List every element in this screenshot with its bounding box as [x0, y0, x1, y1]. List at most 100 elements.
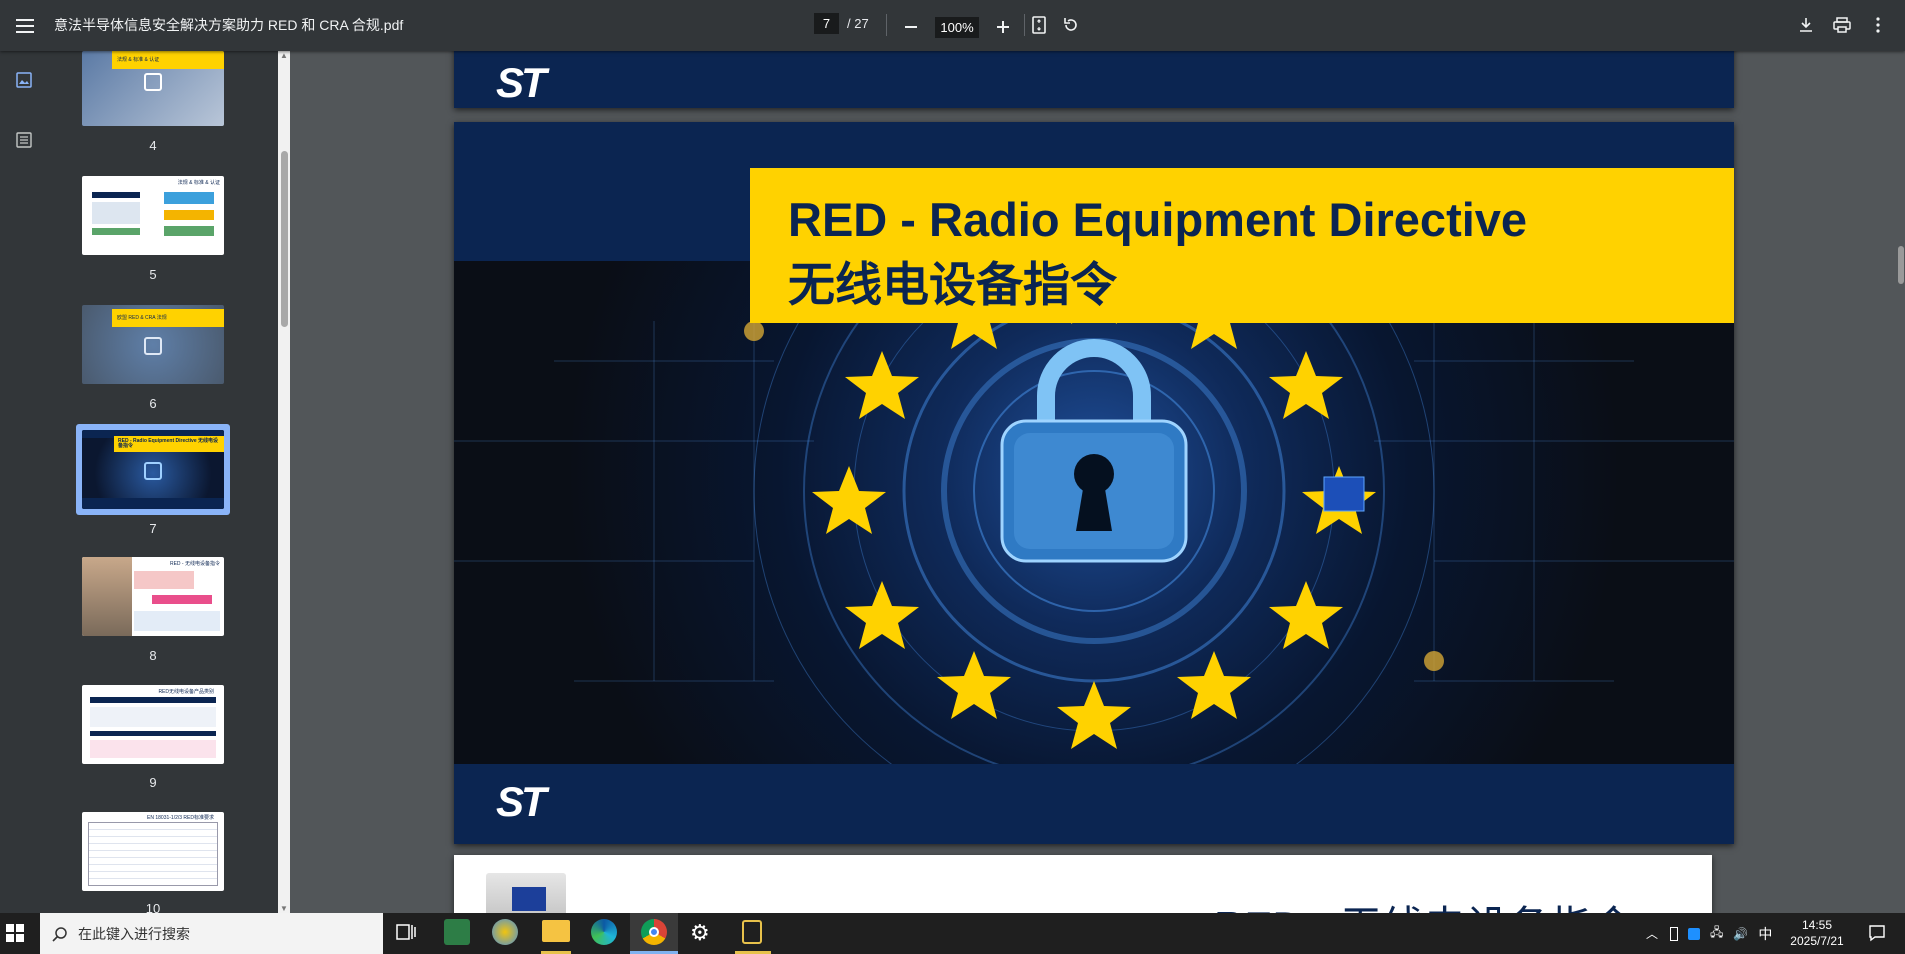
page-thumbnail-5[interactable]: 法规 & 标准 & 认证	[82, 176, 224, 255]
viewer-scrollbar[interactable]	[1897, 51, 1905, 913]
zoom-input[interactable]	[935, 16, 979, 38]
thumbnail-block	[152, 595, 212, 604]
thumbnail-view-icon[interactable]	[10, 66, 38, 94]
page-thumbnail-6[interactable]: 欧盟 RED & CRA 法规	[82, 305, 224, 384]
thumbnail-title: RED - Radio Equipment Directive 无线电设备指令	[114, 436, 224, 452]
zoom-out-icon[interactable]	[897, 13, 925, 41]
thumbnail-title: RED无线电设备产品类别	[158, 689, 214, 695]
document-title: 意法半导体信息安全解决方案助力 RED 和 CRA 合规.pdf	[54, 17, 404, 33]
thumbnail-label: 4	[149, 138, 157, 153]
task-view-icon[interactable]	[395, 921, 417, 948]
paint-app-icon[interactable]	[492, 919, 518, 945]
thumbnail-table	[88, 822, 218, 886]
thumbnail-label: 7	[149, 521, 157, 536]
next-page: RED - 无线电设备指令	[454, 855, 1712, 913]
st-logo: ST	[496, 778, 547, 825]
edge-browser-icon[interactable]	[591, 919, 617, 945]
notification-center-icon[interactable]	[1868, 924, 1886, 947]
thumbnail-block	[164, 210, 214, 220]
page-navigator: / 27	[814, 13, 869, 34]
system-tray: ︿ 🖧 🔊 中	[1646, 913, 1772, 954]
thumbnail-photo	[82, 557, 132, 636]
thumbnail-scrollbar[interactable]: ▲ ▼	[278, 51, 290, 913]
st-logo: ST	[496, 59, 547, 106]
print-icon[interactable]	[1828, 11, 1856, 39]
thumbnail-scroll-thumb[interactable]	[281, 151, 288, 327]
slide-footer-band: ST	[454, 764, 1734, 844]
thumbnail-label: 5	[149, 267, 157, 282]
clock-date: 2025/7/21	[1790, 934, 1844, 948]
lock-icon	[144, 462, 162, 480]
thumbnail-band	[82, 498, 224, 509]
lock-icon	[144, 73, 162, 91]
calculator-app-icon[interactable]	[444, 919, 470, 945]
settings-gear-icon[interactable]: ⚙	[690, 920, 710, 946]
thumbnail-panel: 法规 & 标准 & 认证 4 法规 & 标准 & 认证 5 欧盟 RED & C…	[48, 51, 278, 913]
page-thumbnail-4[interactable]: 法规 & 标准 & 认证	[82, 51, 224, 126]
zoom-in-icon[interactable]	[989, 13, 1017, 41]
network-icon[interactable]: 🖧	[1710, 923, 1723, 944]
thumbnail-title: 欧盟 RED & CRA 法规	[112, 309, 224, 327]
thumbnail-block	[90, 740, 216, 758]
thumbnail-block	[90, 731, 216, 736]
clock-time: 14:55	[1801, 918, 1833, 932]
outline-view-icon[interactable]	[10, 126, 38, 154]
thumbnail-block	[90, 707, 216, 727]
volume-icon[interactable]: 🔊	[1733, 927, 1748, 941]
thumbnail-block	[92, 228, 140, 235]
pdf-viewer[interactable]: ST RED - Radio Equipment Directive 无线电设备…	[290, 51, 1905, 913]
usb-device-icon[interactable]	[1670, 926, 1679, 941]
page-thumbnail-10[interactable]: EN 18031-1/2/3 RED标准要求	[82, 812, 224, 891]
thumbnail-label: 8	[149, 648, 157, 663]
thumbnail-title: EN 18031-1/2/3 RED标准要求	[147, 815, 214, 821]
viewer-scroll-thumb[interactable]	[1898, 246, 1904, 284]
menu-icon[interactable]	[10, 11, 40, 41]
thumbnail-block	[134, 571, 194, 589]
pdf-toolbar: 意法半导体信息安全解决方案助力 RED 和 CRA 合规.pdf / 27	[0, 0, 1905, 51]
thumbnail-label: 6	[149, 396, 157, 411]
sidebar-rail	[0, 51, 48, 913]
previous-page: ST	[454, 51, 1734, 108]
thumbnail-block	[164, 226, 214, 236]
thumbnail-title: RED - 无线电设备指令	[169, 561, 220, 567]
scroll-up-icon[interactable]: ▲	[280, 51, 288, 60]
slide-title-english: RED - Radio Equipment Directive	[788, 193, 1528, 246]
zoom-controls	[897, 13, 1017, 41]
eu-building-image	[486, 873, 566, 913]
pinned-app-icon[interactable]	[742, 920, 762, 944]
lock-icon	[144, 337, 162, 355]
ime-indicator[interactable]: 中	[1758, 924, 1772, 944]
cyber-lock-illustration	[454, 261, 1734, 764]
more-options-icon[interactable]	[1864, 11, 1892, 39]
thumbnail-label: 9	[149, 775, 157, 790]
next-slide-title: RED - 无线电设备指令	[1214, 893, 1634, 913]
thumbnail-block	[92, 192, 140, 198]
show-hidden-icons-icon[interactable]: ︿	[1646, 925, 1658, 942]
taskbar-clock[interactable]: 14:55 2025/7/21	[1782, 917, 1852, 949]
thumbnail-block	[90, 697, 216, 703]
toolbar-divider	[886, 14, 887, 36]
thumbnail-title: 法规 & 标准 & 认证	[177, 180, 220, 186]
current-page: RED - Radio Equipment Directive 无线电设备指令 …	[454, 122, 1734, 844]
eu-flag-icon	[512, 887, 546, 911]
total-pages: / 27	[847, 16, 869, 31]
fit-page-icon[interactable]	[1025, 11, 1053, 39]
page-thumbnail-8[interactable]: RED - 无线电设备指令	[82, 557, 224, 636]
page-thumbnail-7[interactable]: RED - Radio Equipment Directive 无线电设备指令	[82, 430, 224, 509]
thumbnail-label: 10	[145, 901, 161, 913]
download-icon[interactable]	[1792, 11, 1820, 39]
page-number-input[interactable]	[814, 13, 839, 34]
thumbnail-block	[92, 202, 140, 224]
chrome-browser-icon[interactable]	[641, 919, 667, 945]
tray-app-icon[interactable]	[1688, 927, 1701, 940]
file-explorer-icon[interactable]	[542, 920, 570, 942]
search-placeholder: 在此键入进行搜索	[78, 925, 190, 942]
taskbar-search-box[interactable]: 在此键入进行搜索	[40, 913, 383, 954]
windows-start-icon[interactable]	[6, 924, 24, 947]
page-thumbnail-9[interactable]: RED无线电设备产品类别	[82, 685, 224, 764]
scroll-down-icon[interactable]: ▼	[280, 904, 288, 913]
rotate-icon[interactable]	[1057, 11, 1085, 39]
thumbnail-block	[164, 192, 214, 204]
slide-title-banner: RED - Radio Equipment Directive 无线电设备指令	[750, 168, 1734, 323]
search-icon	[52, 926, 67, 942]
